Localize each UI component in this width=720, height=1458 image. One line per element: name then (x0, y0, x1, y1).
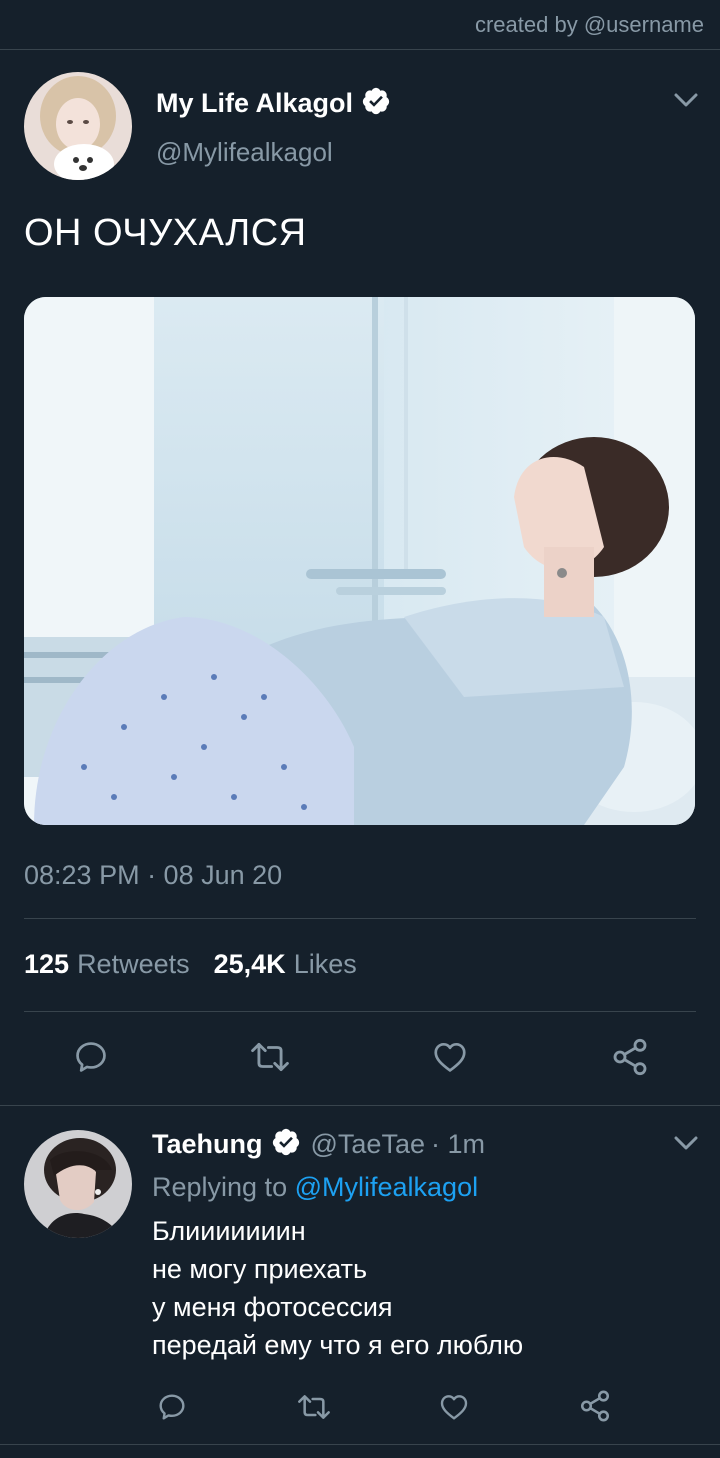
chevron-down-icon[interactable] (672, 90, 700, 115)
likes-count[interactable]: 25,4K (214, 949, 286, 980)
retweets-count[interactable]: 125 (24, 949, 69, 980)
verified-icon (361, 86, 391, 121)
share-button[interactable] (577, 1388, 613, 1424)
chevron-down-icon[interactable] (672, 1133, 700, 1158)
reply-icon (76, 1042, 106, 1072)
author-name-row[interactable]: My Life Alkagol (156, 86, 391, 121)
tweet-stats: 125 Retweets 25,4K Likes (24, 949, 357, 980)
author-avatar[interactable] (24, 72, 132, 180)
retweet-button[interactable] (248, 1036, 292, 1078)
retweet-icon (251, 1042, 289, 1072)
likes-label[interactable]: Likes (294, 949, 357, 980)
tweet-media-image[interactable] (24, 297, 695, 825)
reply-name-row[interactable]: Taehung @TaeTae · 1m (152, 1127, 485, 1162)
replying-to-handle-link[interactable]: @Mylifealkagol (295, 1172, 478, 1202)
author-display-name[interactable]: My Life Alkagol (156, 88, 353, 119)
retweet-icon (298, 1395, 330, 1419)
watermark-text: created by @username (474, 12, 704, 37)
tweet-text: ОН ОЧУХАЛСЯ (24, 212, 307, 254)
divider (24, 1011, 696, 1012)
replying-to-label: Replying to (152, 1172, 288, 1202)
like-button[interactable] (428, 1036, 472, 1078)
share-button[interactable] (608, 1036, 652, 1078)
author-handle[interactable]: @Mylifealkagol (156, 137, 333, 168)
reply-icon (159, 1394, 185, 1420)
replying-to: Replying to @Mylifealkagol (152, 1172, 478, 1203)
retweets-label[interactable]: Retweets (77, 949, 190, 980)
reply-text-line: у меня фотосессия (152, 1292, 393, 1322)
share-icon (580, 1390, 610, 1422)
reply-button[interactable] (70, 1036, 112, 1078)
reply-text-line: не могу приехать (152, 1254, 368, 1284)
reply-text: Блииииииин не могу приехать у меня фотос… (152, 1212, 523, 1364)
like-button[interactable] (436, 1390, 472, 1424)
divider (0, 1444, 720, 1445)
like-icon (440, 1395, 468, 1420)
reply-time[interactable]: · 1m (431, 1129, 485, 1160)
divider (24, 918, 696, 919)
reply-author-avatar[interactable] (24, 1130, 132, 1238)
like-icon (434, 1042, 466, 1072)
retweet-button[interactable] (295, 1390, 333, 1424)
reply-text-line: Блииииииин (152, 1216, 306, 1246)
top-bar: created by @username (0, 0, 720, 50)
divider (0, 1105, 720, 1106)
verified-icon (271, 1127, 301, 1162)
reply-text-line: передай ему что я его люблю (152, 1330, 524, 1360)
reply-button[interactable] (154, 1390, 190, 1424)
reply-display-name[interactable]: Taehung (152, 1129, 263, 1160)
reply-handle[interactable]: @TaeTae (311, 1129, 425, 1160)
tweet-timestamp[interactable]: 08:23 PM · 08 Jun 20 (24, 860, 282, 891)
share-icon (613, 1038, 647, 1076)
